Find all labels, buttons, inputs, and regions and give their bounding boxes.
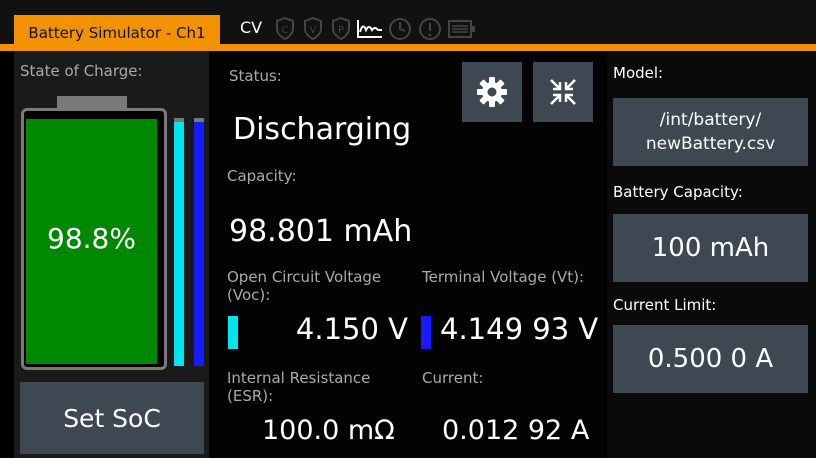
compress-icon	[550, 79, 576, 105]
voc-value: 4.150 V	[295, 312, 408, 346]
capacity-label: Capacity:	[227, 167, 297, 185]
current-limit-label: Current Limit:	[613, 296, 717, 314]
shield-p-icon: P	[332, 17, 350, 41]
model-file-button[interactable]: /int/battery/ newBattery.csv	[613, 98, 808, 166]
current-value: 0.012 92 A	[442, 415, 590, 446]
settings-button[interactable]	[462, 62, 522, 122]
voc-label: Open Circuit Voltage (Voc):	[227, 268, 381, 304]
svg-text:C: C	[282, 25, 289, 36]
model-path-line1: /int/battery/	[659, 110, 762, 130]
esr-value: 100.0 mΩ	[262, 415, 395, 446]
vt-label: Terminal Voltage (Vt):	[422, 268, 585, 286]
clock-icon	[389, 18, 411, 40]
current-label: Current:	[422, 369, 484, 387]
vt-value: 4.149 93 V	[440, 312, 599, 346]
vt-level-bar	[194, 118, 204, 366]
vt-level-bar-cap	[194, 118, 204, 122]
esr-label-line2: (ESR):	[227, 387, 274, 405]
set-soc-button[interactable]: Set SoC	[20, 382, 204, 454]
state-of-charge-value: 98.8%	[47, 222, 136, 255]
status-label: Status:	[229, 67, 282, 85]
battery-capacity-field[interactable]: 100 mAh	[613, 214, 808, 282]
esr-label: Internal Resistance (ESR):	[227, 369, 370, 405]
shield-c-icon: C	[276, 17, 294, 41]
capacity-value: 98.801 mAh	[229, 214, 413, 249]
shield-v-icon: V	[304, 17, 322, 41]
mode-label: CV	[240, 18, 263, 37]
voc-label-line1: Open Circuit Voltage	[227, 268, 382, 286]
model-path-line2: newBattery.csv	[645, 134, 776, 154]
warning-icon	[419, 18, 441, 40]
battery-graphic-terminal	[57, 96, 127, 108]
channel-title-tab[interactable]: Battery Simulator - Ch1	[14, 15, 220, 51]
svg-text:P: P	[338, 25, 344, 36]
battery-capacity-label: Battery Capacity:	[613, 183, 743, 201]
waveform-icon[interactable]	[356, 18, 384, 40]
voc-label-line2: (Voc):	[227, 286, 271, 304]
voc-level-bar	[174, 118, 184, 366]
gear-icon	[477, 77, 507, 107]
compress-button[interactable]	[533, 62, 593, 122]
voc-color-indicator	[228, 316, 238, 349]
current-limit-field[interactable]: 0.500 0 A	[613, 325, 808, 393]
battery-icon	[448, 20, 475, 38]
model-label: Model:	[613, 64, 664, 82]
voc-level-bar-cap	[174, 118, 184, 122]
esr-label-line1: Internal Resistance	[227, 369, 371, 387]
state-of-charge-label: State of Charge:	[20, 62, 143, 80]
status-value: Discharging	[233, 112, 412, 147]
svg-text:V: V	[310, 25, 317, 36]
vt-color-indicator	[421, 316, 431, 349]
